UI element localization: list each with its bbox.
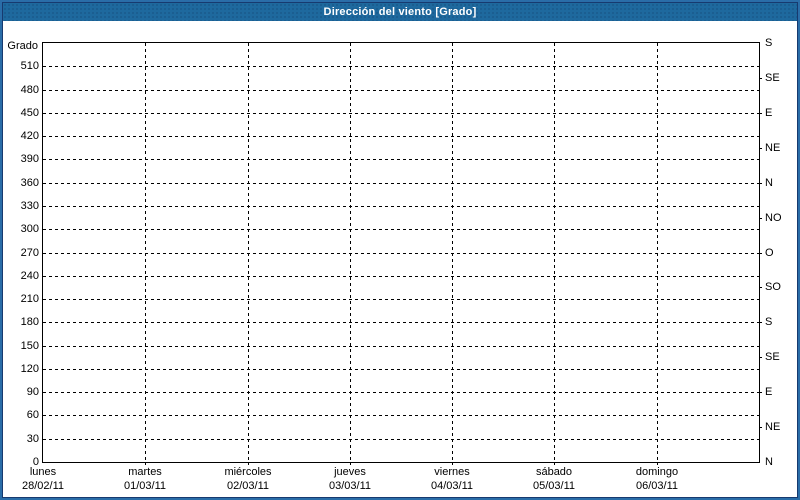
h-gridline-270 — [43, 253, 759, 254]
h-gridline-210 — [43, 299, 759, 300]
y-tick-label-270: 270 — [20, 247, 39, 259]
h-gridline-390 — [43, 159, 759, 160]
h-gridline-30 — [43, 439, 759, 440]
x-label-date-6: 06/03/11 — [635, 480, 678, 492]
h-gridline-240 — [43, 276, 759, 277]
y-tick-label-480: 480 — [20, 84, 39, 96]
h-gridline-90 — [43, 392, 759, 393]
right-axis-label-315: NO — [765, 212, 782, 224]
right-tick-225 — [759, 287, 762, 288]
h-gridline-330 — [43, 206, 759, 207]
x-label-date-3: 03/03/11 — [328, 480, 371, 492]
x-label-day-3: jueves — [334, 466, 366, 478]
right-tick-405 — [759, 148, 762, 149]
x-tick-2 — [248, 462, 249, 465]
chart-region: Grado 0 30 60 90 120 150 180 210 240 270 300 330 360… — [3, 21, 797, 497]
x-label-date-2: 02/03/11 — [226, 480, 269, 492]
y-tick-label-180: 180 — [20, 316, 39, 328]
right-axis-label-540: S — [765, 37, 773, 49]
h-gridline-60 — [43, 415, 759, 416]
right-tick-90 — [759, 392, 762, 393]
right-tick-135 — [759, 357, 762, 358]
y-tick-label-30: 30 — [26, 433, 39, 445]
y-tick-label-390: 390 — [20, 153, 39, 165]
right-axis-label-90: E — [765, 386, 773, 398]
x-tick-3 — [350, 462, 351, 465]
v-gridline-2 — [248, 43, 249, 462]
right-axis-label-495: SE — [765, 72, 780, 84]
right-axis-label-405: NE — [765, 142, 781, 154]
chart-window: Dirección del viento [Grado] Grado 0 30 60… — [0, 0, 800, 500]
y-tick-label-330: 330 — [20, 200, 39, 212]
right-axis-label-270: O — [765, 247, 774, 259]
right-tick-450 — [759, 113, 762, 114]
v-gridline-1 — [145, 43, 146, 462]
right-tick-315 — [759, 218, 762, 219]
right-tick-495 — [759, 78, 762, 79]
h-gridline-510 — [43, 66, 759, 67]
x-label-date-5: 05/03/11 — [532, 480, 575, 492]
v-gridline-3 — [350, 43, 351, 462]
h-gridline-150 — [43, 346, 759, 347]
y-tick-label-240: 240 — [20, 270, 39, 282]
right-axis-label-0: N — [765, 456, 773, 468]
y-tick-label-210: 210 — [20, 293, 39, 305]
chart-title-bar: Dirección del viento [Grado] — [3, 3, 797, 21]
x-label-date-4: 04/03/11 — [430, 480, 473, 492]
right-axis-label-225: SO — [765, 281, 781, 293]
x-tick-1 — [145, 462, 146, 465]
chart-frame: Dirección del viento [Grado] Grado 0 30 60… — [2, 2, 798, 498]
x-label-day-4: viernes — [434, 466, 470, 478]
right-axis-label-360: N — [765, 177, 773, 189]
v-gridline-5 — [554, 43, 555, 462]
y-tick-label-120: 120 — [20, 363, 39, 375]
right-axis-label-45: NE — [765, 421, 781, 433]
right-tick-45 — [759, 427, 762, 428]
x-label-day-1: martes — [128, 466, 162, 478]
x-tick-6 — [657, 462, 658, 465]
y-tick-label-420: 420 — [20, 130, 39, 142]
plot-area: Grado 0 30 60 90 120 150 180 210 240 270 300 330 360… — [7, 37, 781, 492]
y-tick-label-60: 60 — [26, 409, 39, 421]
y-tick-label-150: 150 — [20, 340, 39, 352]
right-tick-270 — [759, 253, 762, 254]
y-tick-label-90: 90 — [26, 386, 39, 398]
y-tick-label-510: 510 — [20, 60, 39, 72]
x-label-date-0: 28/02/11 — [21, 480, 64, 492]
y-axis-title: Grado — [7, 40, 38, 52]
y-tick-label-450: 450 — [20, 107, 39, 119]
v-gridline-6 — [657, 43, 658, 462]
right-axis-label-135: SE — [765, 351, 780, 363]
h-gridline-120 — [43, 369, 759, 370]
right-axis-label-450: E — [765, 107, 773, 119]
right-tick-180 — [759, 322, 762, 323]
h-gridline-300 — [43, 229, 759, 230]
x-label-date-1: 01/03/11 — [123, 480, 166, 492]
x-label-day-6: domingo — [635, 466, 679, 478]
x-tick-4 — [452, 462, 453, 465]
h-gridline-450 — [43, 113, 759, 114]
h-gridline-420 — [43, 136, 759, 137]
x-label-day-0: lunes — [29, 466, 57, 478]
x-tick-5 — [554, 462, 555, 465]
right-axis-label-180: S — [765, 316, 773, 328]
y-tick-label-300: 300 — [20, 223, 39, 235]
v-gridline-4 — [452, 43, 453, 462]
x-label-day-5: sábado — [535, 466, 573, 478]
h-gridline-360 — [43, 183, 759, 184]
chart-title: Dirección del viento [Grado] — [323, 6, 477, 18]
x-label-day-2: miércoles — [224, 466, 272, 478]
h-gridline-480 — [43, 90, 759, 91]
right-tick-360 — [759, 183, 762, 184]
h-gridline-180 — [43, 322, 759, 323]
y-tick-label-360: 360 — [20, 177, 39, 189]
